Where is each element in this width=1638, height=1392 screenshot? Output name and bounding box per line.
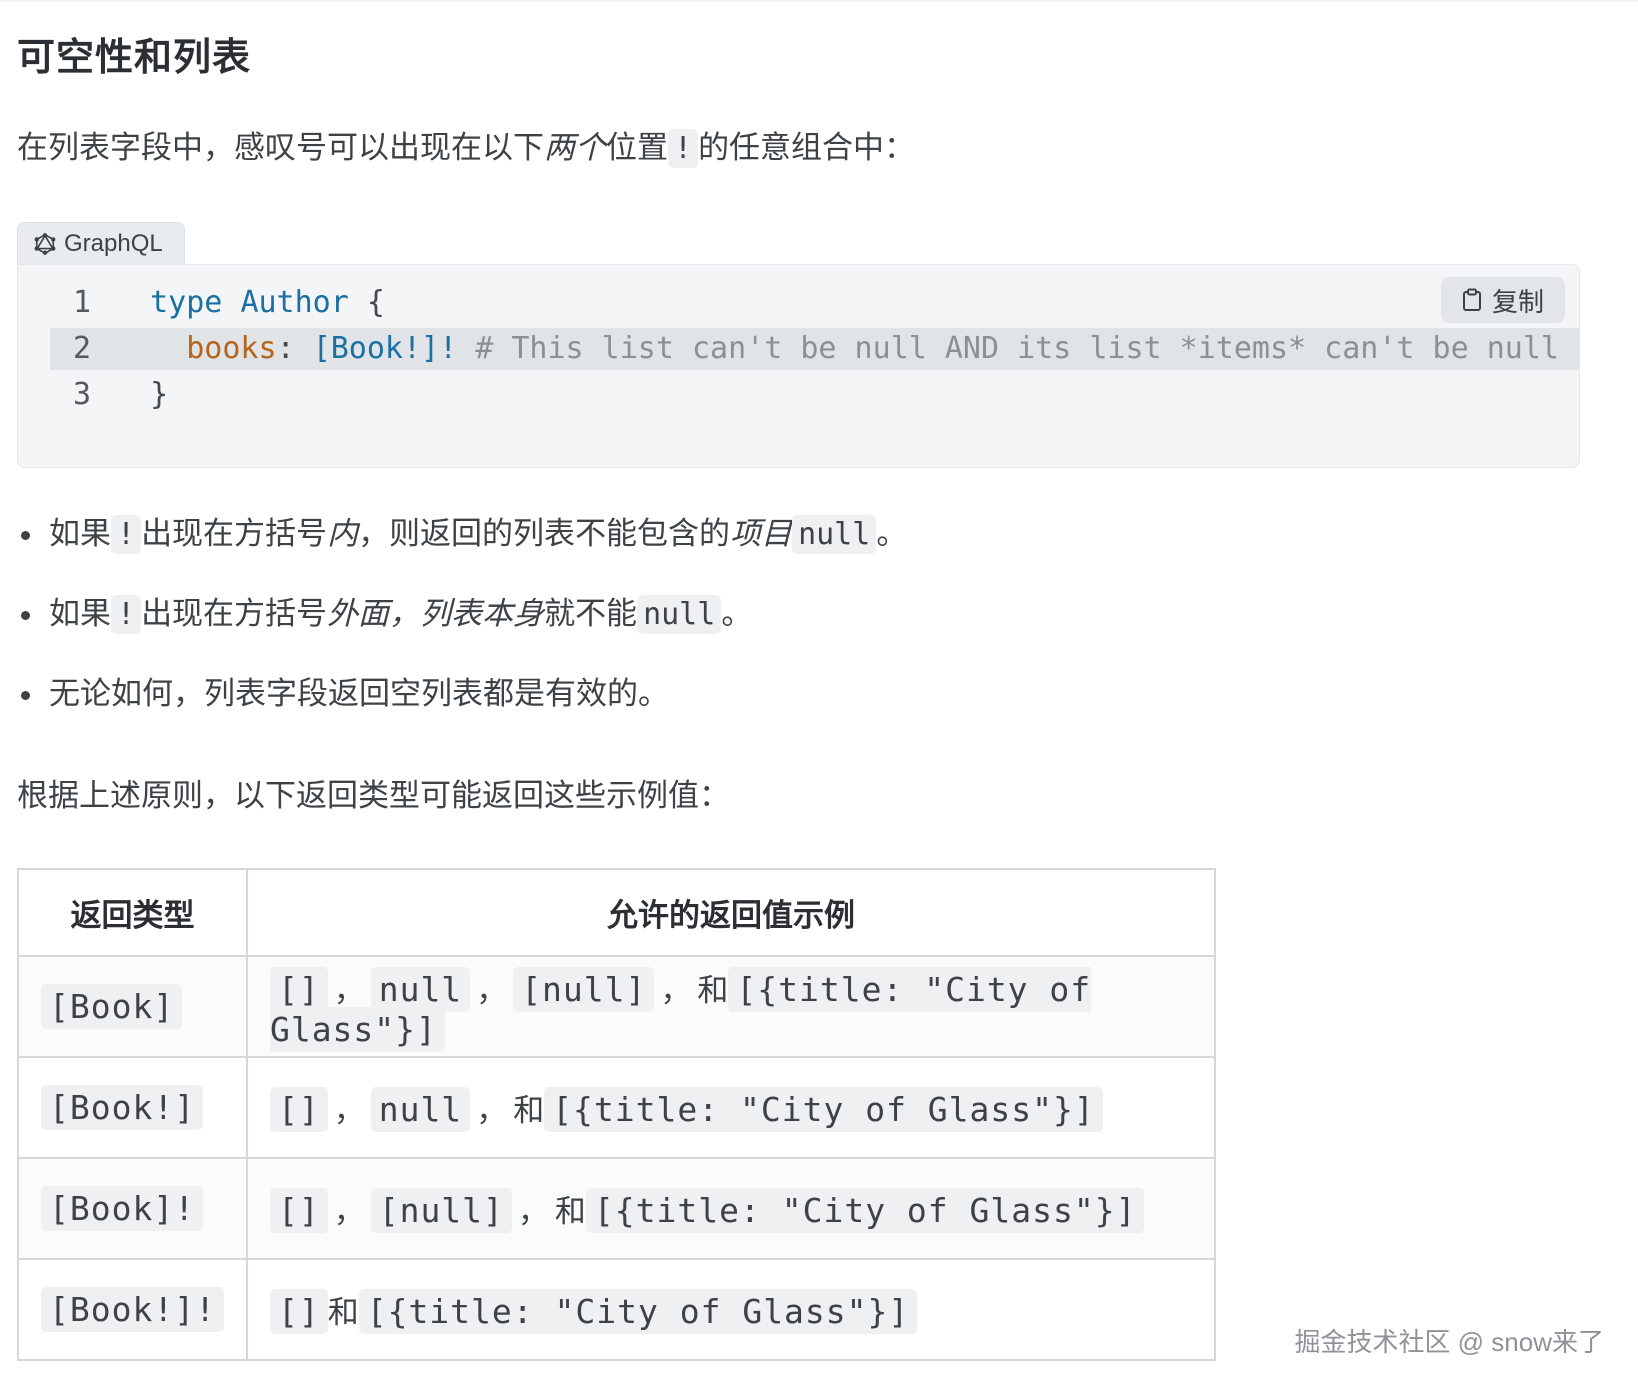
separator: ， — [333, 972, 365, 1009]
type-code: [Book!] — [41, 1085, 204, 1130]
bullet-text: 无论如何，列表字段返回空列表都是有效的。 — [49, 676, 669, 712]
value-code: [{title: "City of Glass"}] — [358, 1289, 918, 1334]
values-cell: []， null，和 [{title: "City of Glass"}] — [245, 1056, 1217, 1159]
list-item: 如果! 出现在方括号内，则返回的列表不能包含的项目 null。 — [17, 510, 907, 590]
header-allowed-values: 允许的返回值示例 — [245, 868, 1217, 957]
separator: ， — [333, 1194, 365, 1230]
bullet-text: ，则返回的列表不能包含的 — [358, 516, 731, 552]
code-line-highlighted: 2 books: [Book!]! # This list can't be n… — [50, 328, 1579, 370]
value-code: [{title: "City of Glass"}] — [585, 1188, 1145, 1233]
code-punctuation: { — [348, 285, 385, 320]
copy-button[interactable]: 复制 — [1441, 277, 1565, 323]
value-code: [null] — [370, 1188, 512, 1233]
article-page: 可空性和列表 在列表字段中，感叹号可以出现在以下两个位置! 的任意组合中： Gra… — [0, 0, 1638, 1392]
type-cell: [Book] — [17, 955, 248, 1058]
line-number: 3 — [72, 377, 92, 412]
type-cell: [Book!] — [17, 1056, 248, 1159]
bullet-text: 出现在方括号 — [141, 516, 328, 552]
code-colon: : — [276, 331, 313, 366]
bullet-list: 如果! 出现在方括号内，则返回的列表不能包含的项目 null。 如果! 出现在方括号外… — [17, 510, 907, 750]
code-field-type: [Book!]! — [312, 331, 458, 366]
bullet-emphasis: 外面， — [327, 596, 421, 632]
top-divider — [0, 0, 1638, 2]
values-cell: []， null， [null]，和 [{title: "City of Glass"… — [245, 955, 1217, 1058]
type-code: [Book!]! — [41, 1287, 224, 1332]
bullet-text: 如果 — [49, 596, 111, 632]
and-word: 和 — [697, 972, 729, 1009]
inline-code-bang: ! — [111, 595, 142, 634]
bullet-text: 如果 — [49, 516, 111, 552]
line-number: 2 — [72, 331, 92, 366]
value-code: [{title: "City of Glass"}] — [544, 1087, 1103, 1132]
table-row: [Book]! []， [null]，和 [{title: "City of Gla… — [17, 1157, 1217, 1260]
value-code: [] — [269, 1188, 328, 1233]
bullet-emphasis: 内 — [327, 516, 359, 552]
type-code: [Book] — [41, 984, 183, 1029]
intro-text-3: 的任意组合中： — [698, 130, 916, 166]
graphql-icon — [34, 232, 56, 255]
value-code: null — [370, 966, 471, 1012]
bullet-text: 就不能 — [544, 596, 638, 632]
code-comment: # This list can't be null AND its list *… — [457, 331, 1559, 366]
table-row: [Book!]! [] 和 [{title: "City of Glass"}] — [17, 1258, 1217, 1361]
values-cell: [] 和 [{title: "City of Glass"}] — [245, 1258, 1217, 1361]
separator: ， — [333, 1093, 365, 1129]
value-code: [] — [269, 1289, 328, 1334]
type-cell: [Book!]! — [17, 1258, 248, 1361]
list-item: 如果! 出现在方括号外面，列表本身就不能 null。 — [17, 590, 907, 670]
type-code: [Book]! — [41, 1186, 204, 1231]
and-word: 和 — [554, 1194, 586, 1230]
summary-paragraph: 根据上述原则，以下返回类型可能返回这些示例值： — [17, 778, 730, 814]
separator: ， — [517, 1194, 549, 1230]
line-number: 1 — [72, 285, 92, 320]
code-language-tab[interactable]: GraphQL — [17, 222, 185, 264]
code-field: books — [186, 331, 277, 366]
code-block: 1 type Author { 2 books: [Book!]! # This… — [17, 264, 1580, 468]
section-heading: 可空性和列表 — [17, 35, 252, 79]
watermark: 掘金技术社区 @ snow来了 — [1294, 1327, 1604, 1357]
intro-text-2: 位置 — [606, 130, 668, 166]
code-punctuation: } — [150, 377, 169, 412]
intro-paragraph: 在列表字段中，感叹号可以出现在以下两个位置! 的任意组合中： — [17, 124, 915, 173]
separator: ， — [660, 972, 692, 1009]
list-item: 无论如何，列表字段返回空列表都是有效的。 — [17, 670, 907, 750]
and-word: 和 — [513, 1093, 545, 1129]
inline-code-null: null — [637, 595, 722, 634]
table-header-row: 返回类型 允许的返回值示例 — [17, 868, 1217, 957]
code-language-label: GraphQL — [64, 229, 163, 257]
type-cell: [Book]! — [17, 1157, 248, 1260]
and-word: 和 — [327, 1295, 359, 1331]
value-code: null — [370, 1087, 471, 1132]
separator: ， — [476, 972, 508, 1009]
code-keyword: type — [150, 285, 223, 320]
inline-code-null: null — [792, 515, 877, 554]
value-code: [] — [269, 966, 328, 1012]
bullet-text: 。 — [876, 516, 908, 552]
bullet-emphasis: 列表本身 — [420, 596, 545, 632]
values-cell: []， [null]，和 [{title: "City of Glass"}] — [245, 1157, 1217, 1260]
return-values-table: 返回类型 允许的返回值示例 [Book] []， null， [null]，和 [{t… — [17, 868, 1217, 1361]
inline-code-bang: ! — [668, 129, 699, 168]
bullet-text: 出现在方括号 — [141, 596, 328, 632]
table-row: [Book!] []， null，和 [{title: "City of Glass… — [17, 1056, 1217, 1159]
bullet-emphasis: 项目 — [730, 516, 793, 552]
inline-code-bang: ! — [111, 515, 142, 554]
code-line: 3 } — [50, 374, 1579, 416]
clipboard-icon — [1462, 288, 1481, 311]
intro-text-1: 在列表字段中，感叹号可以出现在以下 — [17, 130, 544, 166]
value-code: [] — [269, 1087, 328, 1132]
intro-emphasis: 两个 — [544, 130, 606, 166]
header-return-type: 返回类型 — [17, 868, 248, 957]
code-line: 1 type Author { — [50, 282, 1579, 324]
bullet-text: 。 — [721, 596, 753, 632]
separator: ， — [476, 1093, 508, 1129]
table-row: [Book] []， null， [null]，和 [{title: "City of… — [17, 955, 1217, 1058]
code-type-name: Author — [240, 285, 349, 320]
value-code: [null] — [513, 966, 655, 1012]
copy-label: 复制 — [1491, 286, 1544, 317]
